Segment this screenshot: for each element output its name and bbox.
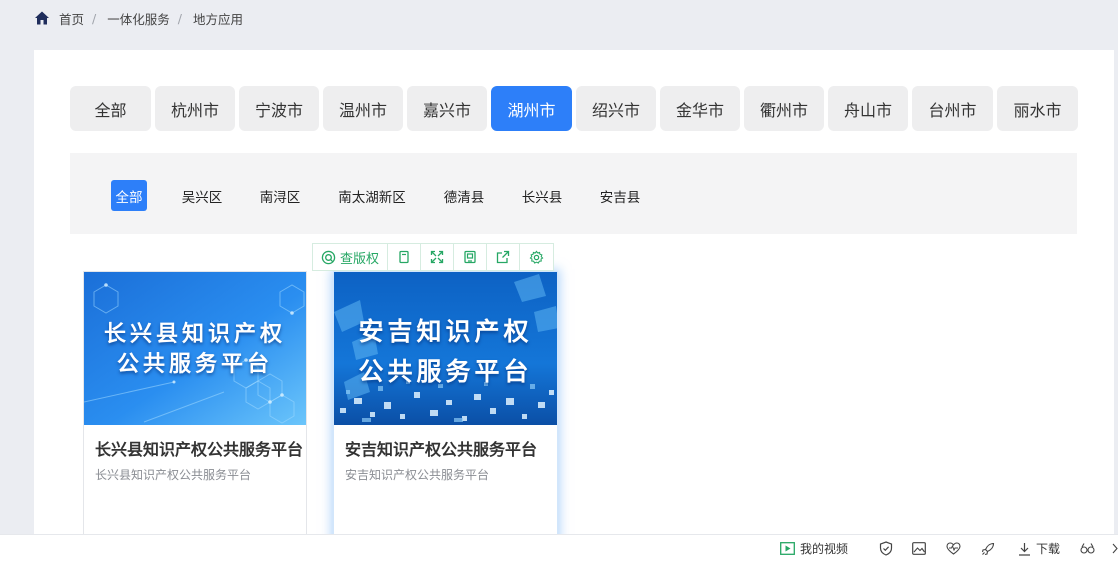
partial-icon xyxy=(1112,543,1118,554)
card-description: 长兴县知识产权公共服务平台 xyxy=(95,468,252,482)
share-icon xyxy=(496,250,510,264)
city-tab-zhoushan[interactable]: 舟山市 xyxy=(828,86,908,131)
district-deqing[interactable]: 德清县 xyxy=(438,180,490,211)
glasses-icon xyxy=(1080,543,1095,554)
save-icon xyxy=(464,250,476,264)
city-tab-shaoxing[interactable]: 绍兴市 xyxy=(576,86,656,131)
fullscreen-button[interactable] xyxy=(421,244,455,270)
share-button[interactable] xyxy=(487,244,521,270)
video-play-icon xyxy=(780,542,795,555)
city-tab-taizhou[interactable]: 台州市 xyxy=(912,86,993,131)
copy-icon xyxy=(399,250,409,264)
accelerate-button[interactable] xyxy=(981,535,1000,561)
district-changxing[interactable]: 长兴县 xyxy=(516,180,568,211)
app-card-changxing[interactable]: 长兴县知识产权 公共服务平台 长兴县知识产权公共服务平台 长兴县知识产权公共服务… xyxy=(83,271,307,561)
card-thumbnail-subtitle: 公共服务平台 xyxy=(116,352,273,377)
breadcrumb-separator: / xyxy=(92,10,97,26)
download-icon xyxy=(1019,542,1030,556)
copyright-check-button[interactable]: 查版权 xyxy=(313,244,389,270)
district-wuxing[interactable]: 吴兴区 xyxy=(176,180,228,211)
breadcrumb-local-apps: 地方应用 xyxy=(192,11,243,27)
city-tab-lishui[interactable]: 丽水市 xyxy=(997,86,1078,131)
rocket-icon xyxy=(981,542,995,555)
card-title[interactable]: 长兴县知识产权公共服务平台 xyxy=(95,436,303,460)
breadcrumb: 首页 / 一体化服务 / 地方应用 xyxy=(34,9,243,27)
card-thumbnail: 长兴县知识产权 公共服务平台 xyxy=(84,272,306,425)
city-tab-hangzhou[interactable]: 杭州市 xyxy=(155,86,235,131)
breadcrumb-integrated-services[interactable]: 一体化服务 xyxy=(107,9,170,28)
district-south-taihu[interactable]: 南太湖新区 xyxy=(332,180,412,211)
card-thumbnail-title: 长兴县知识产权 xyxy=(103,322,286,347)
city-tab-wenzhou[interactable]: 温州市 xyxy=(323,86,403,131)
download-label: 下载 xyxy=(1036,542,1061,556)
my-video-label: 我的视频 xyxy=(800,542,849,556)
city-tabs: 全部 杭州市 宁波市 温州市 嘉兴市 湖州市 绍兴市 金华市 衢州市 舟山市 台… xyxy=(70,86,1078,131)
breadcrumb-home[interactable]: 首页 xyxy=(59,9,84,28)
save-button[interactable] xyxy=(454,244,488,270)
card-title[interactable]: 安吉知识产权公共服务平台 xyxy=(345,436,537,460)
card-description: 安吉知识产权公共服务平台 xyxy=(345,468,490,482)
copyright-icon xyxy=(321,250,336,264)
district-nanxun[interactable]: 南浔区 xyxy=(254,180,306,211)
security-button[interactable] xyxy=(879,535,898,561)
settings-button[interactable] xyxy=(520,244,553,270)
more-tools-button[interactable] xyxy=(1080,535,1100,561)
city-tab-ningbo[interactable]: 宁波市 xyxy=(239,86,319,131)
city-tab-huzhou[interactable]: 湖州市 xyxy=(491,86,572,131)
city-tab-all[interactable]: 全部 xyxy=(70,86,151,131)
card-thumbnail: 安吉知识产权 公共服务平台 xyxy=(334,272,557,425)
city-tab-jiaxing[interactable]: 嘉兴市 xyxy=(407,86,487,131)
shield-icon xyxy=(879,541,893,556)
card-thumbnail-title: 安吉知识产权 xyxy=(358,317,533,346)
browser-status-bar: 我的视频 下载 xyxy=(0,534,1118,561)
card-thumbnail-subtitle: 公共服务平台 xyxy=(358,357,533,386)
district-anji[interactable]: 安吉县 xyxy=(594,180,646,211)
district-filter-bar: 全部 吴兴区 南浔区 南太湖新区 德清县 长兴县 安吉县 xyxy=(70,153,1077,234)
health-button[interactable] xyxy=(946,535,966,561)
overflow-icon[interactable] xyxy=(1112,535,1118,561)
city-tab-quzhou[interactable]: 衢州市 xyxy=(744,86,824,131)
main-panel: 全部 杭州市 宁波市 温州市 嘉兴市 湖州市 绍兴市 金华市 衢州市 舟山市 台… xyxy=(34,50,1114,561)
expand-icon xyxy=(430,250,444,264)
city-tab-jinhua[interactable]: 金华市 xyxy=(660,86,740,131)
download-button[interactable]: 下载 xyxy=(1018,535,1060,561)
floating-toolbar: 查版权 xyxy=(312,243,555,271)
gear-icon xyxy=(529,250,544,264)
copyright-check-label: 查版权 xyxy=(340,251,380,267)
district-all[interactable]: 全部 xyxy=(111,180,147,211)
home-icon[interactable] xyxy=(34,10,50,26)
image-icon xyxy=(912,542,926,555)
app-card-anji[interactable]: 安吉知识产权 公共服务平台 安吉知识产权公共服务平台 安吉知识产权公共服务平台 xyxy=(333,271,558,561)
screenshot-button[interactable] xyxy=(912,535,931,561)
breadcrumb-separator: / xyxy=(177,10,182,26)
my-video-button[interactable]: 我的视频 xyxy=(780,535,848,561)
copy-button[interactable] xyxy=(388,244,422,270)
heart-pulse-icon xyxy=(946,542,961,555)
